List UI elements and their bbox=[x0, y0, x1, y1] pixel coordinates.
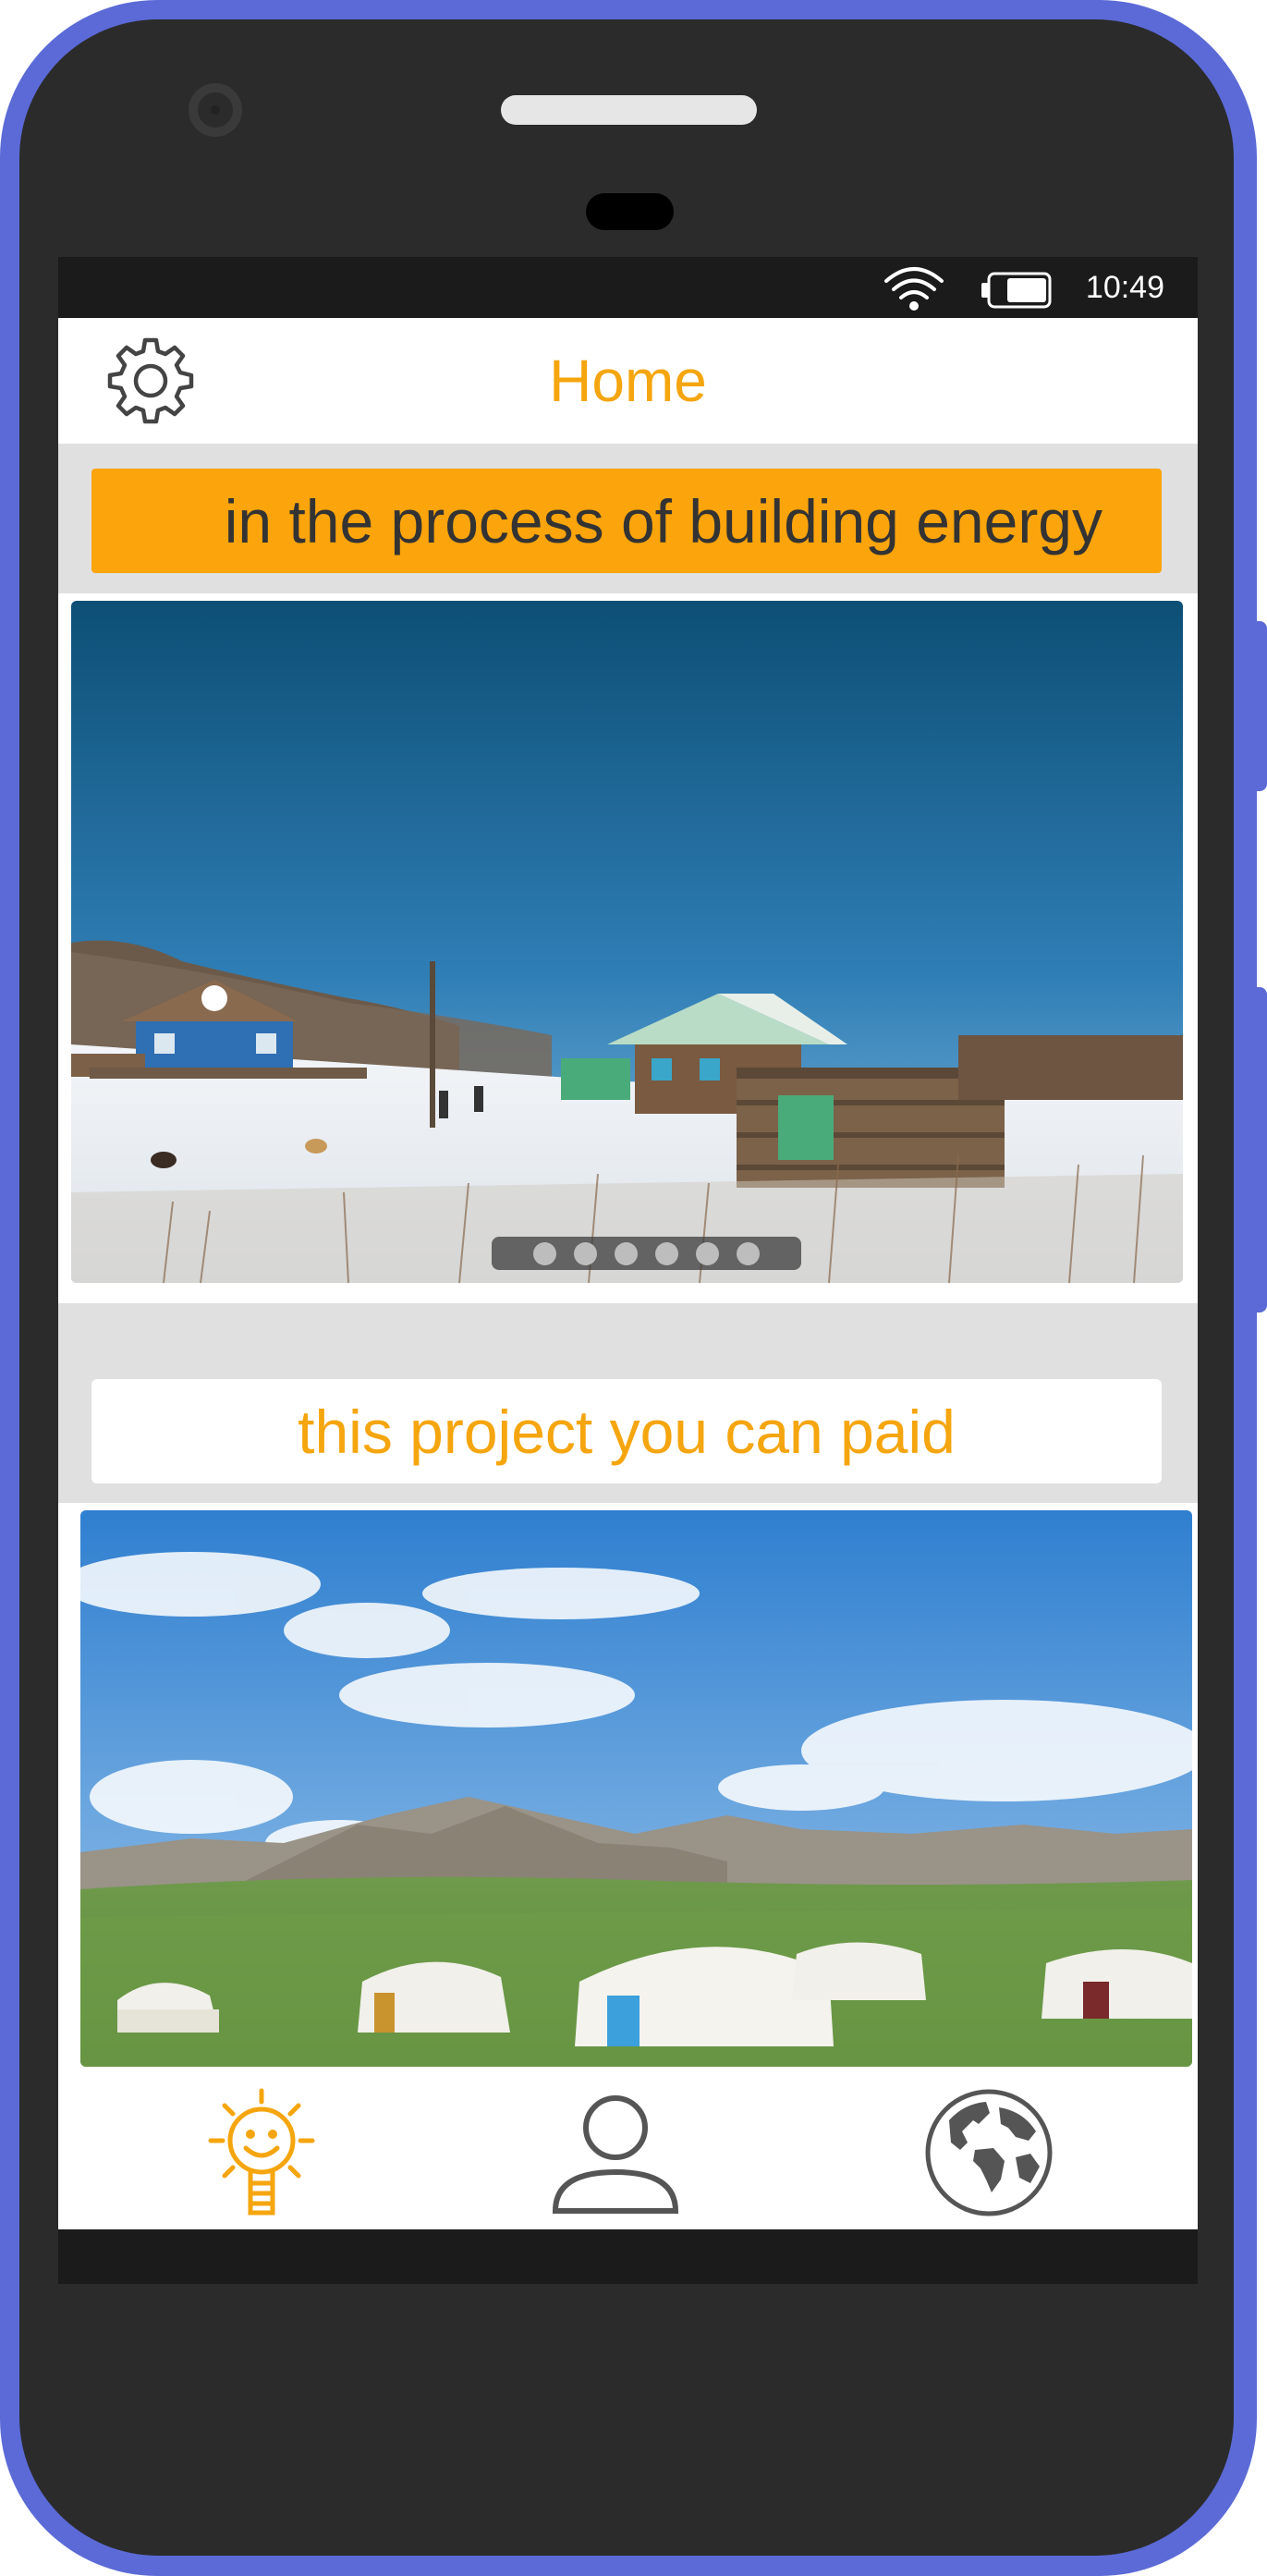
globe-icon bbox=[925, 2089, 1053, 2216]
volume-button bbox=[1252, 621, 1267, 791]
earpiece-speaker bbox=[501, 95, 757, 125]
building-banner-label: in the process of building energy bbox=[224, 486, 1103, 555]
carousel-dot[interactable] bbox=[574, 1241, 597, 1265]
building-banner[interactable]: in the process of building energy bbox=[91, 469, 1162, 573]
section-divider bbox=[58, 1303, 1198, 1368]
paid-section: this project you can paid bbox=[58, 1368, 1198, 1483]
village-photo[interactable] bbox=[71, 601, 1183, 1283]
carousel-dot[interactable] bbox=[615, 1241, 638, 1265]
carousel bbox=[58, 593, 1198, 1303]
bottom-navigation bbox=[58, 2074, 1198, 2229]
status-time: 10:49 bbox=[1085, 270, 1164, 305]
system-nav-bar bbox=[58, 2229, 1198, 2284]
power-button bbox=[1252, 987, 1267, 1312]
page-title: Home bbox=[549, 348, 707, 414]
nav-energy[interactable] bbox=[192, 2083, 331, 2222]
app-bar: Home bbox=[58, 318, 1198, 444]
carousel-dot[interactable] bbox=[737, 1241, 760, 1265]
front-camera bbox=[189, 83, 242, 137]
sun-lightbulb-icon bbox=[208, 2088, 315, 2216]
carousel-dot[interactable] bbox=[533, 1241, 556, 1265]
yurt-camp-photo[interactable] bbox=[80, 1510, 1192, 2067]
carousel-indicators bbox=[492, 1237, 801, 1270]
proximity-sensor bbox=[586, 193, 674, 230]
battery-icon bbox=[981, 272, 1052, 309]
status-bar: 10:49 bbox=[58, 257, 1198, 318]
nav-world[interactable] bbox=[920, 2083, 1058, 2222]
user-icon bbox=[552, 2095, 679, 2214]
project-image-container bbox=[58, 1503, 1198, 2076]
carousel-dot[interactable] bbox=[696, 1241, 719, 1265]
gear-icon bbox=[107, 337, 194, 424]
wifi-icon bbox=[884, 267, 944, 311]
paid-banner[interactable]: this project you can paid bbox=[91, 1379, 1162, 1483]
carousel-dot[interactable] bbox=[655, 1241, 678, 1265]
app-screen: 10:49 Home in the process of building en… bbox=[58, 257, 1198, 2284]
nav-profile[interactable] bbox=[546, 2083, 685, 2222]
settings-button[interactable] bbox=[104, 335, 197, 427]
building-section: in the process of building energy bbox=[58, 444, 1198, 575]
paid-banner-label: this project you can paid bbox=[298, 1397, 956, 1466]
phone-frame: 10:49 Home in the process of building en… bbox=[0, 0, 1267, 2576]
